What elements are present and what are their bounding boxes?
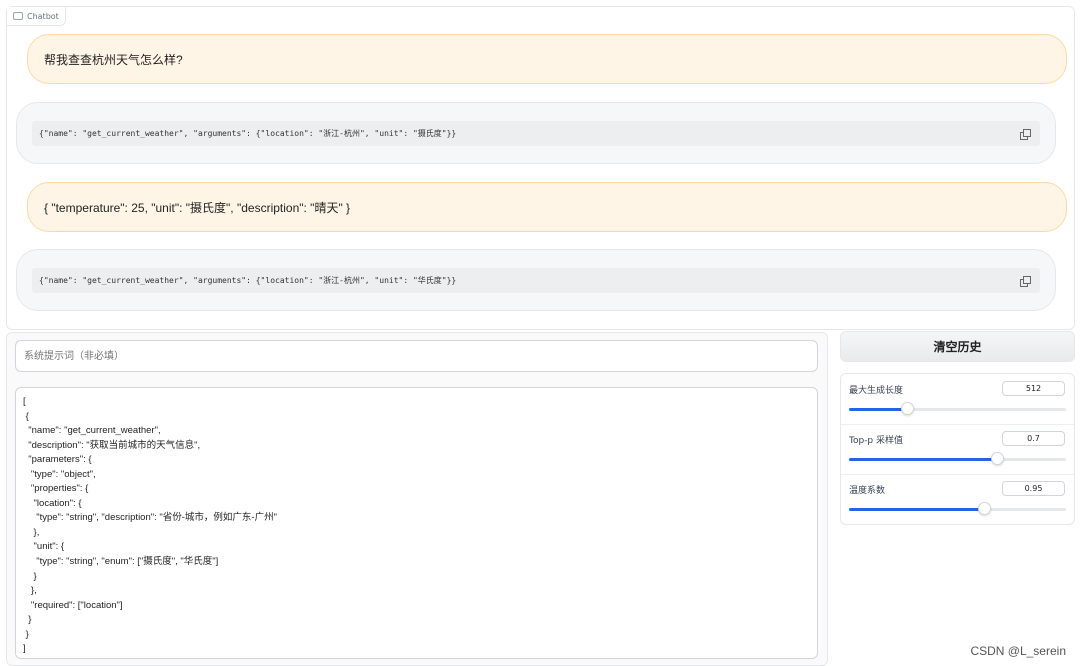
param-max-length: 最大生成长度 512 <box>841 374 1074 425</box>
chatbot-label-text: Chatbot <box>27 11 59 21</box>
chat-icon <box>13 12 23 20</box>
user-message-text: 帮我查查杭州天气怎么样? <box>44 52 183 67</box>
assistant-message: {"name": "get_current_weather", "argumen… <box>16 102 1056 164</box>
input-column: [ { "name": "get_current_weather", "desc… <box>6 332 828 666</box>
copy-icon[interactable] <box>1020 129 1031 140</box>
user-message-text: { "temperature": 25, "unit": "摄氏度", "des… <box>44 200 351 215</box>
user-message: { "temperature": 25, "unit": "摄氏度", "des… <box>27 182 1067 232</box>
param-value-input[interactable]: 512 <box>1002 381 1065 396</box>
code-block: {"name": "get_current_weather", "argumen… <box>32 268 1040 293</box>
chatbot-label: Chatbot <box>7 7 66 26</box>
slider-fill <box>849 408 907 411</box>
slider-track[interactable] <box>849 502 1066 515</box>
param-temperature: 温度系数 0.95 <box>841 474 1074 524</box>
param-value-input[interactable]: 0.95 <box>1002 481 1065 496</box>
generation-params: 最大生成长度 512 Top-p 采样值 0.7 温度系数 0.95 <box>840 373 1075 525</box>
tools-json-textarea[interactable]: [ { "name": "get_current_weather", "desc… <box>15 387 818 659</box>
system-prompt-input[interactable] <box>15 340 818 372</box>
watermark: CSDN @L_serein <box>970 644 1066 658</box>
user-message: 帮我查查杭州天气怎么样? <box>27 34 1067 84</box>
slider-fill <box>849 508 984 511</box>
slider-track[interactable] <box>849 452 1066 465</box>
assistant-message: {"name": "get_current_weather", "argumen… <box>16 249 1056 311</box>
code-text: {"name": "get_current_weather", "argumen… <box>39 276 457 285</box>
code-block: {"name": "get_current_weather", "argumen… <box>32 121 1040 146</box>
param-label: 温度系数 <box>849 486 886 496</box>
param-top-p: Top-p 采样值 0.7 <box>841 424 1074 475</box>
slider-thumb[interactable] <box>900 402 914 415</box>
param-value-input[interactable]: 0.7 <box>1002 431 1065 446</box>
chatbot-panel: Chatbot 帮我查查杭州天气怎么样? {"name": "get_curre… <box>6 6 1075 330</box>
clear-history-button[interactable]: 清空历史 <box>840 331 1075 362</box>
param-label: 最大生成长度 <box>849 386 904 396</box>
slider-thumb[interactable] <box>990 452 1004 465</box>
copy-icon[interactable] <box>1020 276 1031 287</box>
code-text: {"name": "get_current_weather", "argumen… <box>39 129 457 138</box>
slider-fill <box>849 458 997 461</box>
slider-thumb[interactable] <box>977 502 991 515</box>
param-label: Top-p 采样值 <box>849 436 904 446</box>
slider-track[interactable] <box>849 402 1066 415</box>
